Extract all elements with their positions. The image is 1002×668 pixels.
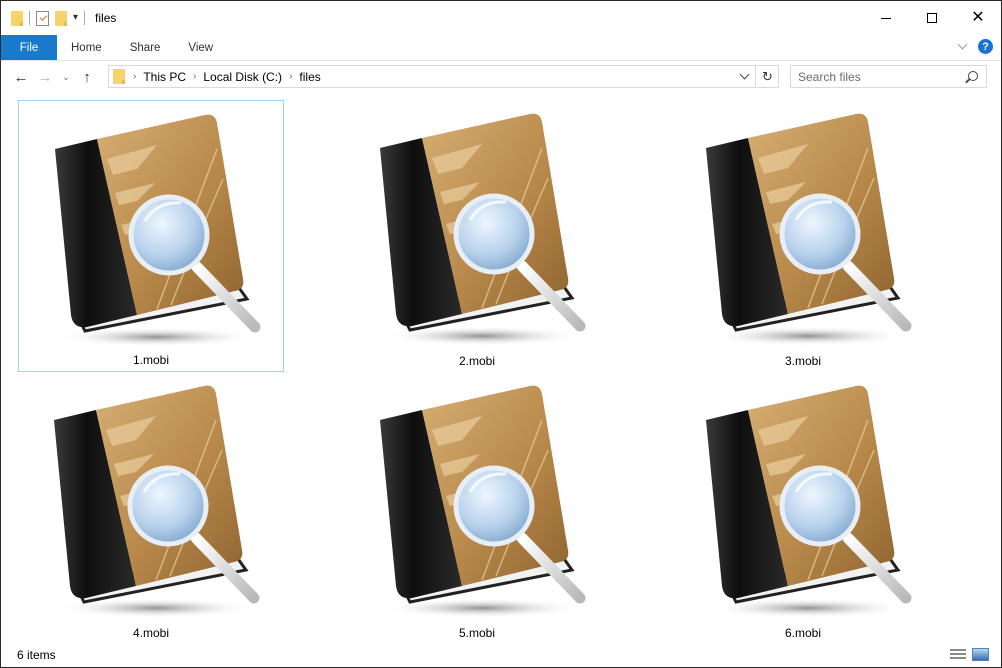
file-name: 4.mobi [132, 626, 170, 640]
back-button[interactable]: ← [9, 65, 33, 89]
toolbar-divider [29, 11, 30, 25]
file-name: 5.mobi [458, 626, 496, 640]
tab-file[interactable]: File [1, 35, 57, 60]
folder-icon[interactable] [11, 10, 23, 26]
tab-home[interactable]: Home [57, 35, 116, 60]
title-bar: ▾ files ✕ [1, 1, 1001, 35]
search-icon[interactable] [968, 71, 978, 81]
mobi-book-icon [55, 114, 261, 347]
mobi-book-icon [706, 385, 912, 618]
minimize-button[interactable] [863, 1, 909, 35]
window-title: files [95, 11, 117, 25]
file-item[interactable]: 4.mobi [18, 372, 284, 644]
breadcrumb-files[interactable]: files [299, 70, 320, 84]
details-view-icon[interactable] [950, 648, 966, 661]
tab-share[interactable]: Share [116, 35, 175, 60]
breadcrumb-local-disk[interactable]: Local Disk (C:) [203, 70, 282, 84]
tab-view[interactable]: View [174, 35, 227, 60]
chevron-right-icon[interactable]: › [133, 71, 136, 82]
file-name: 3.mobi [784, 354, 822, 368]
recent-locations-button[interactable]: ⌄ [57, 65, 75, 89]
close-icon: ✕ [971, 9, 985, 26]
search-box[interactable] [790, 65, 987, 88]
file-name: 2.mobi [458, 354, 496, 368]
status-bar: 6 items [1, 643, 1001, 667]
item-count: 6 items [17, 648, 56, 662]
file-item[interactable]: 6.mobi [670, 372, 936, 644]
close-button[interactable]: ✕ [955, 1, 1001, 35]
file-item[interactable]: 5.mobi [344, 372, 610, 644]
file-item[interactable]: 1.mobi [18, 100, 284, 372]
toolbar-divider [84, 11, 86, 25]
help-icon[interactable]: ? [978, 39, 993, 54]
chevron-right-icon[interactable]: › [193, 71, 196, 82]
breadcrumb-this-pc[interactable]: This PC [143, 70, 186, 84]
up-button[interactable]: ↑ [75, 65, 99, 89]
maximize-button[interactable] [909, 1, 955, 35]
properties-icon[interactable] [36, 10, 49, 26]
customize-dropdown-icon[interactable]: ▾ [73, 13, 78, 23]
forward-button[interactable]: → [33, 65, 57, 89]
chevron-right-icon[interactable]: › [289, 71, 292, 82]
maximize-icon [927, 13, 937, 23]
new-folder-icon[interactable] [55, 10, 67, 26]
window-controls: ✕ [863, 1, 1001, 35]
mobi-book-icon [54, 385, 260, 618]
mobi-book-icon [380, 385, 586, 618]
address-bar[interactable]: › This PC › Local Disk (C:) › files [108, 65, 756, 88]
ribbon-right-controls: ? [957, 39, 993, 54]
address-history-dropdown-icon[interactable] [737, 69, 751, 83]
ribbon-tabs: File Home Share View ? [1, 35, 1001, 61]
mobi-book-icon [380, 113, 586, 346]
folder-icon [113, 69, 125, 84]
minimize-icon [881, 17, 891, 19]
mobi-book-icon [706, 113, 912, 346]
file-name: 1.mobi [132, 353, 170, 367]
quick-access-toolbar: ▾ files [1, 1, 116, 35]
large-icons-view-icon[interactable] [972, 648, 989, 661]
expand-ribbon-chevron-icon[interactable] [957, 39, 968, 50]
view-switcher [950, 648, 989, 661]
file-name: 6.mobi [784, 626, 822, 640]
refresh-button[interactable]: ↻ [757, 65, 779, 88]
navigation-bar: ← → ⌄ ↑ › This PC › Local Disk (C:) › fi… [1, 62, 1001, 92]
file-item[interactable]: 3.mobi [670, 100, 936, 372]
file-list: 1.mobi 2.mobi 3.mobi 4.mobi 5.mobi 6.mob… [1, 93, 1001, 641]
search-input[interactable] [798, 69, 958, 84]
file-explorer-window: ▾ files ✕ File Home Share View ? ← → ⌄ ↑… [0, 0, 1002, 668]
file-item[interactable]: 2.mobi [344, 100, 610, 372]
